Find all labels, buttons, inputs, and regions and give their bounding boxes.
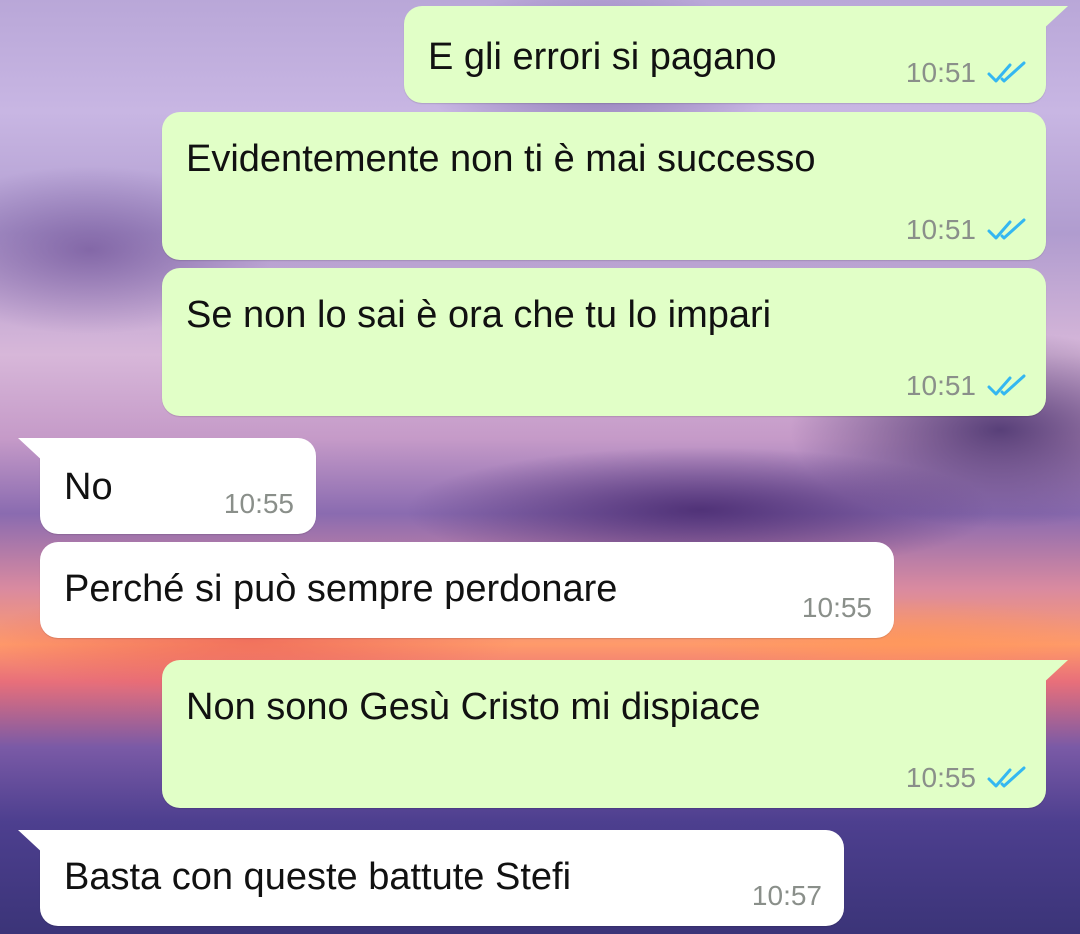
message-meta: 10:55 (224, 488, 294, 520)
message-text: No (64, 466, 113, 508)
message-meta: 10:55 (802, 592, 872, 624)
message-time: 10:55 (801, 592, 872, 623)
bubble-tail (1040, 6, 1068, 32)
message-meta: 10:55 (906, 762, 1028, 794)
message-meta: 10:51 (906, 214, 1028, 246)
message-text: Perché si può sempre perdonare (64, 568, 618, 610)
message-text: Basta con queste battute Stefi (64, 856, 572, 898)
message-time: 10:51 (905, 57, 976, 88)
bubble-tail (18, 438, 46, 464)
message-text: E gli errori si pagano (428, 36, 777, 78)
message-time: 10:55 (223, 488, 294, 519)
message-time: 10:55 (905, 762, 976, 793)
double-check-read-icon (987, 218, 1026, 240)
double-check-read-icon (987, 766, 1026, 788)
message-time: 10:57 (751, 880, 822, 911)
message-meta: 10:57 (752, 880, 822, 912)
message-bubble-incoming[interactable]: No 10:55 (18, 438, 316, 534)
double-check-read-icon (987, 61, 1026, 83)
message-meta: 10:51 (906, 57, 1028, 89)
message-bubble-outgoing[interactable]: Evidentemente non ti è mai successo 10:5… (162, 112, 1046, 260)
bubble-tail (1040, 660, 1068, 686)
message-bubble-outgoing[interactable]: Non sono Gesù Cristo mi dispiace 10:55 (162, 660, 1068, 808)
message-meta: 10:51 (906, 370, 1028, 402)
double-check-read-icon (987, 374, 1026, 396)
bubble-tail (18, 830, 46, 856)
message-bubble-outgoing[interactable]: E gli errori si pagano 10:51 (404, 6, 1068, 103)
message-text: Evidentemente non ti è mai successo (186, 138, 816, 180)
message-bubble-incoming[interactable]: Perché si può sempre perdonare 10:55 (40, 542, 894, 638)
message-bubble-outgoing[interactable]: Se non lo sai è ora che tu lo impari 10:… (162, 268, 1046, 416)
message-time: 10:51 (905, 214, 976, 245)
message-text: Se non lo sai è ora che tu lo impari (186, 294, 772, 336)
message-text: Non sono Gesù Cristo mi dispiace (186, 686, 761, 728)
message-bubble-incoming[interactable]: Basta con queste battute Stefi 10:57 (18, 830, 844, 926)
message-time: 10:51 (905, 370, 976, 401)
